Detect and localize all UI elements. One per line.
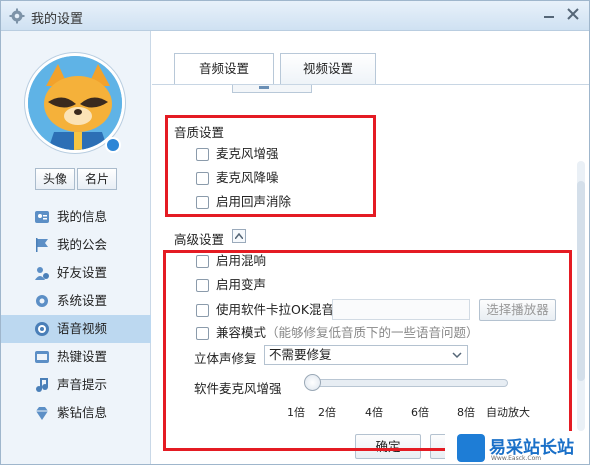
sidebar-item-label: 好友设置 [57,265,108,280]
gear-icon [36,295,48,307]
sidebar-item-friend-settings[interactable]: 好友设置 [1,259,151,287]
close-icon[interactable] [565,6,581,22]
tab-audio-settings[interactable]: 音频设置 [174,53,274,84]
tab-video-settings[interactable]: 视频设置 [280,53,376,84]
settings-window: 我的设置 头像 名片 我的信息 我的公会 好友设置 系统设置 语音视频 热键设置… [0,0,590,465]
sidebar-item-label: 系统设置 [57,293,108,308]
watermark-subtext: Www.Easck.Com [491,455,542,462]
music-note-icon [36,378,48,392]
sidebar: 头像 名片 我的信息 我的公会 好友设置 系统设置 语音视频 热键设置 声音提示… [1,31,151,464]
card-button[interactable]: 名片 [77,168,117,190]
content-panel: 音频设置 视频设置 音质设置 麦克风增强 麦克风降噪 启用回声消除 高级设置 启… [152,31,589,464]
section-title-advanced: 高级设置 [174,232,225,247]
highlight-box-audio-quality [165,115,376,217]
partially-hidden-button[interactable] [232,85,312,93]
highlight-box-advanced [163,250,572,451]
scrollbar[interactable] [577,161,585,431]
sidebar-item-my-guild[interactable]: 我的公会 [1,231,151,259]
friends-icon [35,267,49,280]
user-card-icon [35,211,49,223]
scrollbar-thumb[interactable] [577,181,585,381]
keyboard-icon [35,351,49,363]
sidebar-item-label: 我的公会 [57,237,108,252]
minimize-icon[interactable] [541,7,557,23]
sidebar-menu: 我的信息 我的公会 好友设置 系统设置 语音视频 热键设置 声音提示 紫钻信息 [1,203,151,427]
camera-icon [35,322,49,336]
sidebar-item-label: 语音视频 [57,321,108,336]
flag-icon [36,238,48,252]
collapse-toggle[interactable] [232,229,246,243]
diamond-icon [36,407,48,420]
chevron-up-icon [235,233,243,239]
sidebar-item-sound-alerts[interactable]: 声音提示 [1,371,151,399]
verified-badge-icon [105,137,121,153]
sidebar-item-hotkey-settings[interactable]: 热键设置 [1,343,151,371]
profile-buttons: 头像 名片 [35,168,117,190]
window-title: 我的设置 [31,12,84,27]
site-logo-icon [457,434,485,462]
sidebar-item-label: 热键设置 [57,349,108,364]
avatar-button[interactable]: 头像 [35,168,75,190]
sidebar-item-voice-video[interactable]: 语音视频 [1,315,151,343]
watermark: 易采站长站 Www.Easck.Com [445,431,589,464]
sidebar-item-system-settings[interactable]: 系统设置 [1,287,151,315]
sidebar-item-label: 声音提示 [57,377,108,392]
sidebar-item-label: 我的信息 [57,209,108,224]
tab-divider [152,84,589,85]
title-bar[interactable]: 我的设置 [1,1,589,31]
gear-icon [9,8,25,24]
sidebar-item-my-info[interactable]: 我的信息 [1,203,151,231]
sidebar-item-purple-diamond[interactable]: 紫钻信息 [1,399,151,427]
sidebar-item-label: 紫钻信息 [57,405,108,420]
